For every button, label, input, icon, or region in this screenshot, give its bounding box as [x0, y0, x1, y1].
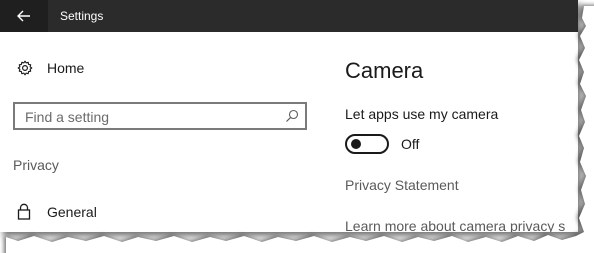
- arrow-left-icon: [17, 10, 30, 22]
- title-bar: Settings: [0, 0, 578, 32]
- window-title: Settings: [60, 9, 104, 23]
- page-title: Camera: [345, 58, 424, 83]
- lock-icon: [17, 203, 31, 220]
- search-icon[interactable]: [285, 109, 299, 123]
- section-heading-privacy: Privacy: [13, 157, 59, 173]
- sidebar-item-label: Home: [47, 60, 85, 76]
- search-input[interactable]: [25, 109, 265, 125]
- sidebar-item-label: General: [47, 203, 97, 220]
- toggle-state-label: Off: [401, 136, 420, 152]
- camera-access-toggle[interactable]: [345, 134, 389, 154]
- settings-window: Settings Home Privacy General Camera Let…: [0, 0, 578, 232]
- back-button[interactable]: [0, 0, 48, 32]
- search-box[interactable]: [13, 102, 307, 130]
- gear-icon: [17, 60, 33, 76]
- toggle-knob: [351, 139, 361, 149]
- camera-access-label: Let apps use my camera: [345, 106, 499, 122]
- privacy-statement-link[interactable]: Privacy Statement: [345, 177, 459, 193]
- sidebar-item-home[interactable]: Home: [17, 60, 84, 76]
- learn-more-link[interactable]: Learn more about camera privacy s: [345, 218, 565, 232]
- sidebar-item-general[interactable]: General: [17, 203, 97, 220]
